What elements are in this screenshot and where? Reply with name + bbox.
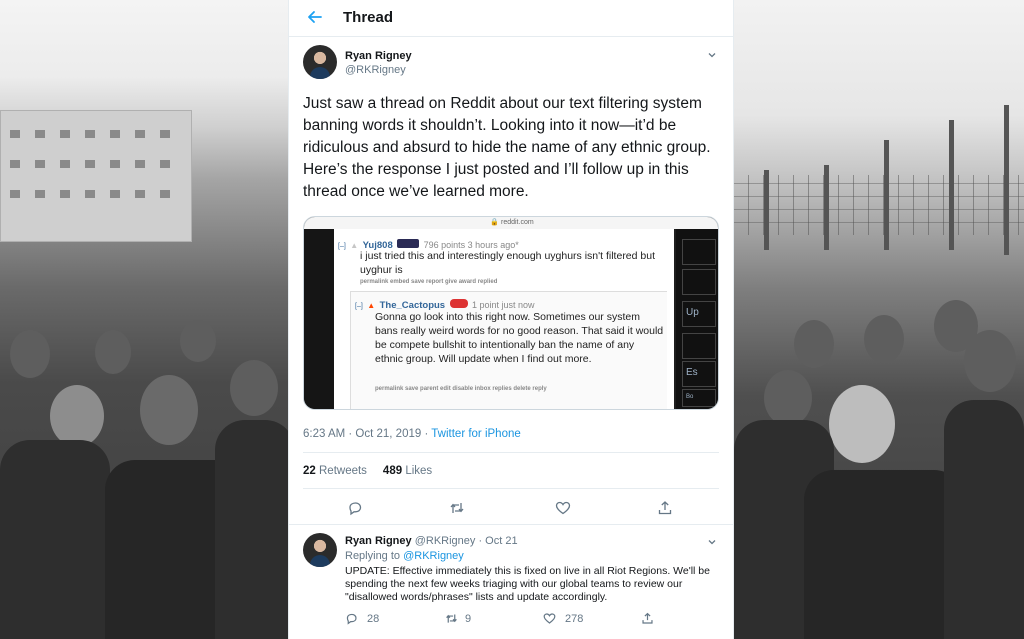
likes-stat[interactable]: 489 Likes: [383, 465, 432, 477]
comment-actions[interactable]: permalink save parent edit disable inbox…: [375, 386, 547, 392]
retweets-stat[interactable]: 22 Retweets: [303, 465, 367, 477]
riot-flair-icon: [449, 299, 468, 309]
background-photo-right: [734, 0, 1024, 639]
author-name[interactable]: Ryan Rigney: [345, 535, 412, 547]
tweet-timestamp-line: 6:23 AM · Oct 21, 2019 · Twitter for iPh…: [303, 428, 521, 440]
background-photo-left: [0, 0, 288, 639]
reddit-thread: [–] ▲ Yuj808 796 points 3 hours ago* i j…: [334, 229, 674, 409]
sidebar-label: Up: [686, 307, 699, 318]
reply-icon[interactable]: [347, 500, 363, 516]
reply-tweet-text: UPDATE: Effective immediately this is fi…: [345, 565, 710, 603]
retweets-count: 22: [303, 465, 316, 477]
chevron-down-icon[interactable]: [707, 537, 717, 547]
tweet-source[interactable]: Twitter for iPhone: [431, 428, 520, 440]
reply-icon[interactable]: [345, 612, 358, 625]
like-count: 278: [565, 613, 584, 625]
sidebar-box: [682, 269, 716, 295]
replying-to-handle[interactable]: @RKRigney: [403, 550, 464, 562]
likes-count: 489: [382, 465, 403, 477]
retweet-icon[interactable]: [445, 612, 458, 625]
sidebar-box: Up: [682, 301, 716, 327]
author-handle[interactable]: @RKRigney · Oct 21: [415, 535, 518, 547]
retweets-label: Retweets: [319, 465, 367, 477]
share-icon[interactable]: [657, 500, 673, 516]
sidebar-box: Bo: [682, 389, 716, 407]
author-handle[interactable]: @RKRigney: [345, 64, 406, 76]
comment-body: Gonna go look into this right now. Somet…: [375, 311, 664, 365]
avatar[interactable]: [303, 533, 337, 567]
back-arrow-icon[interactable]: [307, 9, 323, 25]
tweet-stats: 22 Retweets 489 Likes: [303, 465, 432, 477]
retweet-icon[interactable]: [449, 500, 465, 516]
reddit-sidebar: Up Es Bo: [676, 229, 718, 409]
reply-author-line: Ryan Rigney @RKRigney · Oct 21: [345, 535, 518, 547]
screen-margin: [304, 229, 334, 409]
collapse-toggle[interactable]: [–]: [355, 303, 363, 310]
tweet-text: Just saw a thread on Reddit about our te…: [303, 95, 711, 200]
comment-meta: 1 point just now: [472, 300, 535, 310]
comment-body: i just tried this and interestingly enou…: [360, 250, 656, 276]
likes-label: Likes: [405, 465, 433, 477]
like-icon[interactable]: [543, 612, 556, 625]
avatar[interactable]: [303, 45, 337, 79]
reply-comment-box: [–] ▲ The_Cactopus 1 point just now Gonn…: [350, 291, 667, 409]
sidebar-box: Es: [682, 361, 716, 387]
page-title: Thread: [343, 9, 394, 26]
url-text: reddit.com: [500, 219, 534, 226]
divider: [303, 452, 719, 453]
user-flair-icon: [397, 239, 420, 249]
replying-prefix: Replying to: [345, 550, 401, 562]
reply-count: 28: [367, 613, 380, 625]
share-icon[interactable]: [641, 612, 654, 625]
collapse-toggle[interactable]: [–]: [338, 243, 346, 250]
sidebar-label: Bo: [686, 394, 694, 400]
url-bar: 🔒 reddit.com: [304, 217, 718, 229]
divider: [303, 488, 719, 489]
thread-header: Thread: [289, 0, 733, 37]
replying-to: Replying to @RKRigney: [345, 550, 464, 562]
chevron-down-icon[interactable]: [707, 50, 717, 60]
sidebar-label: Es: [686, 367, 698, 378]
retweet-count: 9: [465, 613, 472, 625]
tweet-timestamp[interactable]: 6:23 AM · Oct 21, 2019: [303, 428, 421, 440]
divider: [289, 524, 733, 525]
comment-actions[interactable]: permalink embed save report give award r…: [360, 279, 497, 285]
tweet-thread-column: Thread Ryan Rigney @RKRigney Just saw a …: [288, 0, 734, 639]
meta-separator: ·: [421, 428, 432, 440]
fence: [734, 175, 1024, 235]
author-name[interactable]: Ryan Rigney: [345, 50, 412, 62]
sidebar-box: [682, 333, 716, 359]
like-icon[interactable]: [555, 500, 571, 516]
embedded-reddit-screenshot[interactable]: 🔒 reddit.com [–] ▲ Yuj808 796 points 3 h…: [303, 216, 719, 410]
sidebar-box: [682, 239, 716, 265]
